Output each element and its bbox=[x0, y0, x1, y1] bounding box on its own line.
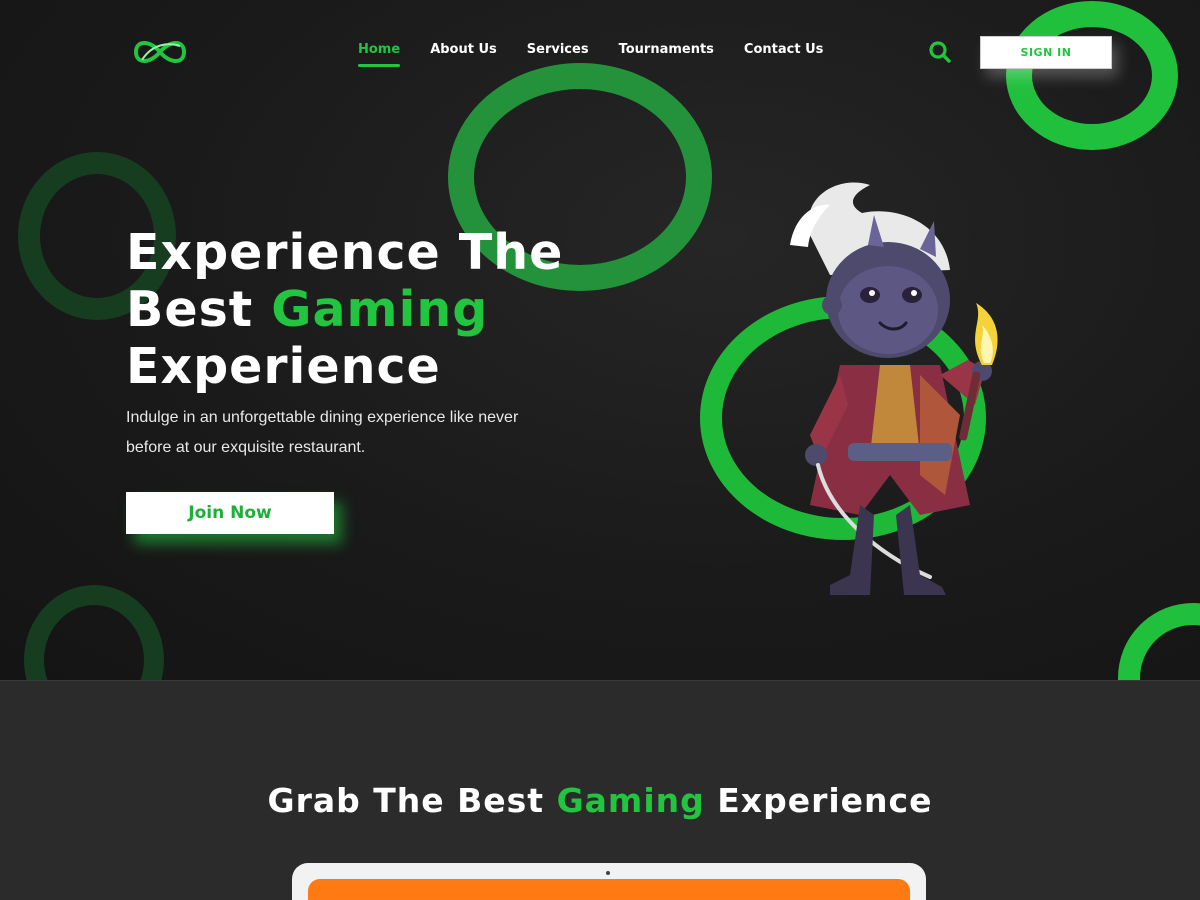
features-section: Grab The Best Gaming Experience bbox=[0, 680, 1200, 900]
section-title-suffix: Experience bbox=[704, 781, 933, 820]
section-title-prefix: Grab The Best bbox=[267, 781, 557, 820]
hero-title: Experience The Best Gaming Experience bbox=[126, 224, 686, 395]
nav-item-tournaments[interactable]: Tournaments bbox=[619, 42, 714, 57]
hero-subtitle: Indulge in an unforgettable dining exper… bbox=[126, 409, 519, 456]
warrior-character-illustration bbox=[790, 182, 998, 595]
search-icon[interactable] bbox=[928, 40, 952, 64]
section-title: Grab The Best Gaming Experience bbox=[0, 781, 1200, 820]
hero-title-line2-prefix: Best bbox=[126, 281, 272, 338]
hero-title-line2: Best Gaming bbox=[126, 281, 686, 338]
tablet-camera bbox=[606, 871, 610, 875]
decorative-ring bbox=[1118, 603, 1200, 680]
sign-in-button[interactable]: SIGN IN bbox=[980, 36, 1112, 69]
hero-title-line3: Experience bbox=[126, 338, 441, 395]
hero-title-line1: Experience The bbox=[126, 224, 564, 281]
join-now-button[interactable]: Join Now bbox=[126, 492, 334, 534]
tablet-screen bbox=[308, 879, 910, 900]
nav-item-services[interactable]: Services bbox=[527, 42, 589, 57]
section-title-accent: Gaming bbox=[556, 781, 705, 820]
nav-item-contact-us[interactable]: Contact Us bbox=[744, 42, 823, 57]
nav-item-home[interactable]: Home bbox=[358, 42, 401, 67]
hero-section: Home About Us Services Tournaments Conta… bbox=[0, 0, 1200, 680]
logo-icon[interactable] bbox=[128, 32, 192, 72]
main-nav: Home About Us Services Tournaments Conta… bbox=[358, 42, 823, 67]
tablet-mockup bbox=[292, 863, 926, 900]
hero-title-accent: Gaming bbox=[271, 281, 489, 338]
nav-item-about-us[interactable]: About Us bbox=[430, 42, 497, 57]
decorative-ring bbox=[1006, 1, 1178, 150]
decorative-ring bbox=[24, 585, 164, 680]
